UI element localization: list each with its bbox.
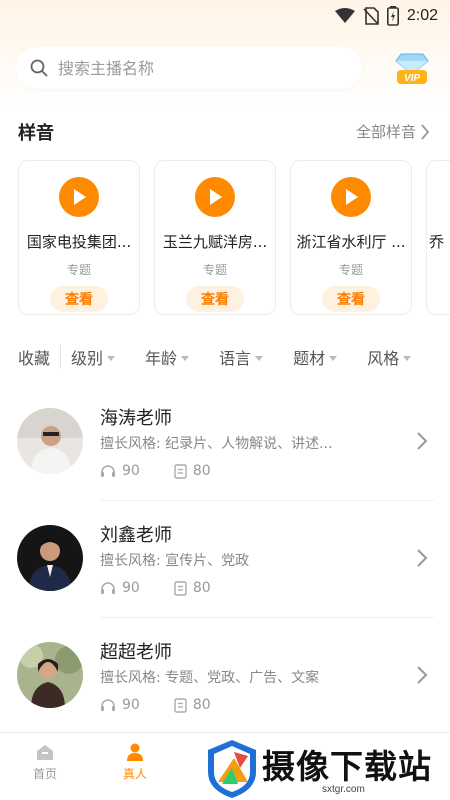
vip-icon[interactable]: VIP xyxy=(393,50,431,86)
caret-down-icon xyxy=(403,355,412,361)
filter-language[interactable]: 语言 xyxy=(219,345,264,369)
filter-label: 级别 xyxy=(71,349,104,368)
works-icon xyxy=(174,463,187,479)
sample-card[interactable]: 国家电投集团... 专题 查看 xyxy=(18,160,140,315)
anchor-stats: 90 80 xyxy=(100,580,211,596)
tab-label: 真人 xyxy=(122,767,147,781)
sample-card-tag: 专题 xyxy=(66,263,91,277)
avatar xyxy=(17,525,83,591)
filter-label: 题材 xyxy=(293,349,326,368)
chevron-right-icon xyxy=(421,123,430,140)
sample-card-title: 国家电投集团... xyxy=(26,233,132,251)
anchor-stats: 90 80 xyxy=(100,697,211,713)
battery-icon xyxy=(386,6,399,26)
works-count: 80 xyxy=(192,463,211,479)
sample-card-tag: 专题 xyxy=(202,263,227,277)
anchor-list-item[interactable]: 超超老师 擅长风格: 专题、党政、广告、文案 90 80 xyxy=(0,618,450,735)
view-button[interactable]: 查看 xyxy=(322,286,380,312)
chevron-right-icon xyxy=(417,666,428,684)
watermark: 摄像下载站 sxtgr.com xyxy=(200,738,450,800)
sample-cards: 国家电投集团... 专题 查看 玉兰九赋洋房... 专题 查看 浙江省水利厅 .… xyxy=(18,160,450,316)
listen-count: 90 xyxy=(122,697,140,713)
tab-home[interactable]: 首页 xyxy=(15,743,75,782)
filter-level[interactable]: 级别 xyxy=(71,345,116,369)
status-time: 2:02 xyxy=(406,7,438,24)
filter-style[interactable]: 风格 xyxy=(367,345,412,369)
play-icon[interactable] xyxy=(195,177,235,217)
avatar xyxy=(17,642,83,708)
watermark-text: 摄像下载站 xyxy=(262,747,432,786)
filter-label: 年龄 xyxy=(145,349,178,368)
all-samples-label: 全部样音 xyxy=(355,123,416,141)
filter-label: 风格 xyxy=(367,349,400,368)
home-icon xyxy=(37,745,53,760)
samples-title: 样音 xyxy=(18,123,54,144)
tab-label: 首页 xyxy=(32,767,57,781)
filter-subject[interactable]: 题材 xyxy=(293,345,338,369)
anchor-style: 擅长风格: 专题、党政、广告、文案 xyxy=(100,670,320,686)
anchor-style: 擅长风格: 纪录片、人物解说、讲述... xyxy=(100,436,333,452)
headphones-icon xyxy=(101,582,115,594)
filter-label: 语言 xyxy=(219,349,252,368)
anchor-list-item[interactable]: 海涛老师 擅长风格: 纪录片、人物解说、讲述... 90 80 xyxy=(0,384,450,501)
anchor-name: 超超老师 xyxy=(100,642,172,663)
anchor-style: 擅长风格: 宣传片、党政 xyxy=(100,553,250,569)
works-count: 80 xyxy=(192,580,211,596)
sample-card-title: 浙江省水利厅 ... xyxy=(296,233,406,251)
caret-down-icon xyxy=(107,355,116,361)
caret-down-icon xyxy=(329,355,338,361)
avatar xyxy=(17,408,83,474)
anchor-name: 海涛老师 xyxy=(100,408,172,429)
status-bar: 2:02 xyxy=(0,0,450,32)
search-input[interactable] xyxy=(58,58,318,78)
chevron-right-icon xyxy=(417,432,428,450)
caret-down-icon xyxy=(181,355,190,361)
play-icon[interactable] xyxy=(59,177,99,217)
view-button[interactable]: 查看 xyxy=(186,286,244,312)
anchor-stats: 90 80 xyxy=(100,463,211,479)
sample-card-title: 乔 xyxy=(429,233,445,251)
anchor-name: 刘鑫老师 xyxy=(100,525,172,546)
view-button[interactable]: 查看 xyxy=(50,286,108,312)
chevron-right-icon xyxy=(417,549,428,567)
sample-card-partial[interactable]: 乔 xyxy=(426,160,450,315)
no-sim-icon xyxy=(363,7,379,25)
tab-voice-actors[interactable]: 真人 xyxy=(105,743,165,782)
listen-count: 90 xyxy=(122,463,140,479)
headphones-icon xyxy=(101,465,115,477)
works-icon xyxy=(174,697,187,713)
sample-card[interactable]: 浙江省水利厅 ... 专题 查看 xyxy=(290,160,412,315)
watermark-logo xyxy=(208,740,256,798)
works-icon xyxy=(174,580,187,596)
wifi-icon xyxy=(334,8,355,23)
filter-favorites[interactable]: 收藏 xyxy=(18,345,62,369)
search-icon xyxy=(30,59,48,77)
filter-age[interactable]: 年龄 xyxy=(145,345,190,369)
anchor-list-item[interactable]: 刘鑫老师 擅长风格: 宣传片、党政 90 80 xyxy=(0,501,450,618)
works-count: 80 xyxy=(192,697,211,713)
caret-down-icon xyxy=(255,355,264,361)
sample-card[interactable]: 玉兰九赋洋房... 专题 查看 xyxy=(154,160,276,315)
listen-count: 90 xyxy=(122,580,140,596)
person-icon xyxy=(127,743,143,761)
all-samples-link[interactable]: 全部样音 xyxy=(356,121,430,142)
headphones-icon xyxy=(101,699,115,711)
watermark-url: sxtgr.com xyxy=(322,784,365,795)
sample-card-tag: 专题 xyxy=(338,263,363,277)
filter-bar: 收藏 级别 年龄 语言 题材 风格 xyxy=(18,344,438,370)
play-icon[interactable] xyxy=(331,177,371,217)
svg-text:VIP: VIP xyxy=(404,73,420,84)
search-bar[interactable] xyxy=(16,47,362,89)
sample-card-title: 玉兰九赋洋房... xyxy=(162,233,268,251)
